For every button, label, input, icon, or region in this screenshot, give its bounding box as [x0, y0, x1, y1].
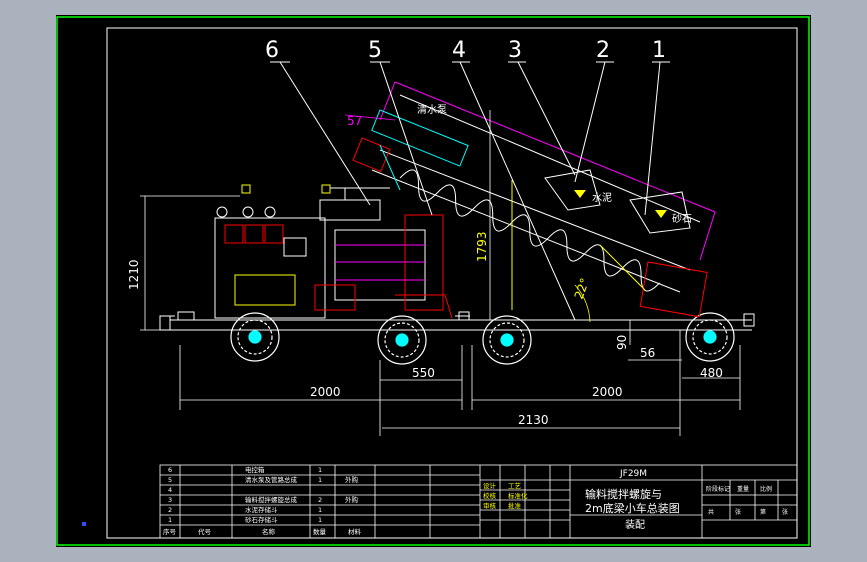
weight: 重量: [737, 485, 749, 493]
screw-conveyor: [352, 81, 716, 318]
callout-6: 6: [265, 38, 279, 63]
callout-4: 4: [452, 38, 466, 63]
header-name: 名称: [262, 527, 276, 536]
parts-row: 4: [168, 486, 172, 494]
part-qty: 1: [318, 476, 322, 484]
part-no: 4: [168, 486, 172, 494]
part-no: 6: [168, 466, 172, 474]
header-material: 材料: [348, 527, 362, 536]
drawing-frame: [106, 27, 798, 539]
approval-approve: 批准: [508, 501, 522, 510]
wheel-3: [482, 315, 532, 365]
part-no: 5: [168, 476, 172, 484]
origin-marker: [82, 522, 86, 526]
part-name: 输料搅拌螺旋总成: [245, 495, 298, 504]
dim-angle: 22°: [572, 276, 592, 301]
part-name: 砂石存储斗: [245, 515, 278, 524]
drawing-title-line1: 输料搅拌螺旋与: [585, 487, 662, 501]
approval-process: 工艺: [508, 482, 522, 490]
header-code: 代号: [198, 527, 212, 536]
callouts: 6 5 4 3 2 1: [265, 38, 666, 63]
label-water-pump: 清水泵: [417, 103, 447, 116]
approvals: 设计 校核 审核 工艺 标准化 批准: [483, 481, 528, 510]
right-header: 阶段标记 重量 比例 共 张 第 张: [706, 485, 788, 516]
wheels: [230, 312, 735, 365]
drawing-title-line2: 2m底梁小车总装图: [585, 501, 680, 515]
sheet-total: 共: [708, 508, 714, 516]
dim-57: 57: [347, 114, 362, 128]
part-qty: 2: [318, 496, 322, 504]
callout-2: 2: [596, 38, 610, 63]
parts-row: 6 电控箱 1: [168, 465, 322, 474]
approval-standard: 标准化: [508, 491, 528, 500]
header-no: 序号: [163, 527, 177, 536]
part-no: 2: [168, 506, 172, 514]
callout-5: 5: [368, 38, 382, 63]
scale: 比例: [760, 485, 772, 493]
base-beam: [159, 311, 755, 331]
part-no: 1: [168, 516, 172, 524]
dim-56: 56: [640, 346, 655, 360]
dim-2000-left: 2000: [310, 385, 341, 399]
part-name: 清水泵及管路总成: [245, 475, 298, 484]
part-name: 电控箱: [245, 465, 265, 474]
dim-550: 550: [412, 366, 435, 380]
arrow-down-icon: [574, 190, 586, 198]
label-sand-stone: 砂石: [672, 212, 692, 225]
part-name: 水泥存储斗: [245, 505, 278, 514]
part-note: 外购: [345, 475, 359, 484]
drawing-number: JF29M: [619, 469, 647, 479]
dim-2130: 2130: [518, 413, 549, 427]
stage-mark: 阶段标记: [706, 485, 730, 493]
sheet-unit-1: 张: [735, 508, 741, 516]
dim-90: 90: [615, 335, 629, 350]
sheet-current: 第: [760, 508, 766, 516]
part-qty: 1: [318, 516, 322, 524]
parts-row: 3 输料搅拌螺旋总成 2 外购: [168, 495, 359, 504]
header-qty: 数量: [313, 527, 327, 536]
dim-1793: 1793: [475, 231, 489, 262]
part-qty: 1: [318, 466, 322, 474]
part-no: 3: [168, 496, 172, 504]
dim-2000-right: 2000: [592, 385, 623, 399]
arrow-down-icon: [655, 210, 667, 218]
pump-assembly: [214, 184, 453, 319]
callout-3: 3: [508, 38, 522, 63]
drawing-subtitle: 装配: [625, 518, 645, 531]
parts-row: 1 砂石存储斗 1: [168, 515, 322, 524]
parts-header: 序号 代号 名称 数量 材料: [163, 527, 362, 536]
approval-check: 校核: [483, 491, 497, 500]
title-area: JF29M 输料搅拌螺旋与 2m底梁小车总装图 装配: [585, 469, 680, 531]
approval-review: 审核: [483, 501, 497, 510]
wheel-2: [377, 315, 427, 365]
callout-1: 1: [652, 38, 666, 63]
parts-row: 5 清水泵及管路总成 1 外购: [168, 475, 359, 484]
label-cement: 水泥: [592, 191, 612, 204]
sheet-unit-2: 张: [782, 508, 788, 516]
parts-row: 2 水泥存储斗 1: [168, 505, 322, 514]
part-qty: 1: [318, 506, 322, 514]
assembly-drawing: 6 5 4 3 2 1 清水泵 水泥 砂石 1210 1793 90 22° 5…: [56, 16, 810, 546]
dim-1210: 1210: [127, 259, 141, 290]
dim-480: 480: [700, 366, 723, 380]
part-note: 外购: [345, 495, 359, 504]
approval-design: 设计: [483, 481, 497, 490]
